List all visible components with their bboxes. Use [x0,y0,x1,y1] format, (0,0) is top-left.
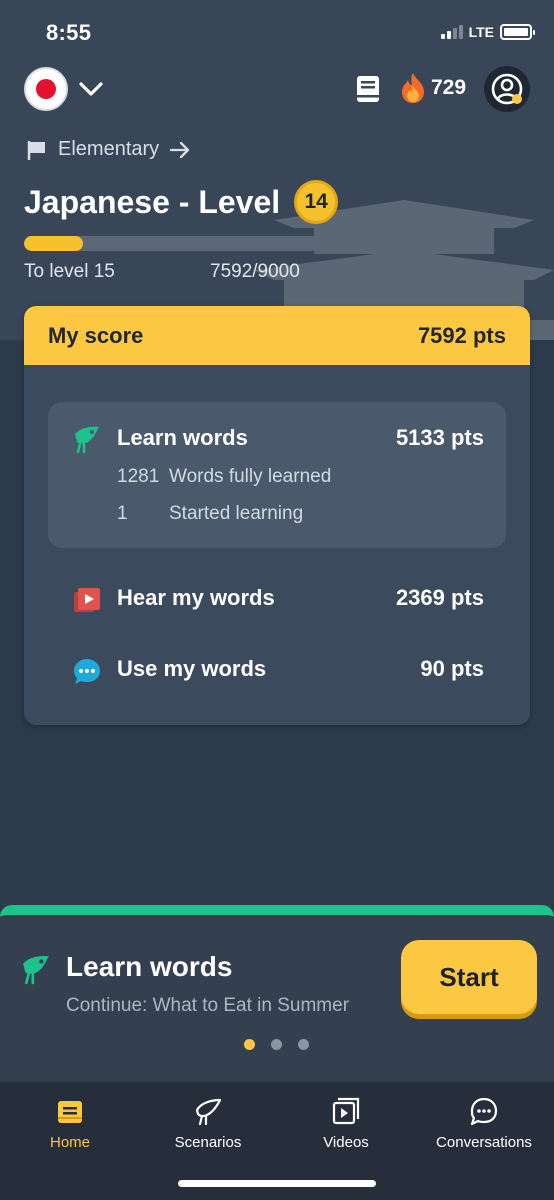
level-badge: 14 [294,180,339,224]
tab-conversations[interactable]: Conversations [414,1096,554,1151]
home-indicator [178,1180,376,1187]
lesson-title: Learn words [66,951,233,982]
status-indicators: LTE [440,24,535,40]
chevron-down-icon[interactable] [78,76,104,102]
tab-label: Videos [323,1134,369,1151]
level-title: Japanese - Level [24,183,281,220]
learn-words-pts: 5133 pts [395,425,484,450]
hear-words-label: Hear my words [117,585,275,610]
learn-words-icon [75,426,99,454]
started-label: Started learning [169,503,304,524]
tab-home[interactable]: Home [0,1096,140,1151]
score-total: 7592 pts [417,322,506,348]
started-count: 1 [117,503,128,524]
tab-label: Home [49,1134,90,1151]
pagination-dot[interactable] [271,1039,282,1050]
fully-learned-label: Words fully learned [169,466,332,487]
score-title: My score [48,322,144,348]
learn-words-box[interactable]: Learn words 5133 pts 1281 Words fully le… [48,402,506,548]
tier-link[interactable]: Elementary [26,138,191,161]
tab-label: Scenarios [174,1134,242,1151]
pagination-dot[interactable] [298,1039,309,1050]
scenarios-icon [195,1098,222,1126]
tier-label: Elementary [58,138,160,160]
learn-words-label: Learn words [117,425,248,450]
conversations-icon [470,1097,498,1126]
use-words-pts: 90 pts [420,656,484,681]
profile-button[interactable] [484,66,530,112]
battery-icon [500,24,535,40]
home-icon [58,1101,82,1123]
profile-icon [491,73,523,105]
progress-label: To level 15 [24,261,115,282]
pagination-dot[interactable] [244,1039,255,1050]
japan-flag-icon [36,79,56,99]
lesson-sheet[interactable]: Learn words Continue: What to Eat in Sum… [0,905,554,1083]
book-icon[interactable] [354,74,382,104]
status-time: 8:55 [46,20,92,45]
tab-label: Conversations [436,1134,532,1151]
use-words-label: Use my words [117,656,267,681]
flag-icon [27,140,45,160]
network-type: LTE [468,24,494,40]
tab-scenarios[interactable]: Scenarios [138,1096,278,1151]
pagination-dots[interactable] [244,1039,309,1050]
learn-words-icon [23,955,49,985]
status-bar: 8:55 LTE [0,0,554,64]
fire-icon [402,73,424,103]
language-selector-button[interactable] [24,67,68,111]
arrow-right-icon [170,141,190,158]
use-words-icon [74,659,100,684]
hear-words-pts: 2369 pts [395,585,484,610]
signal-icon [440,25,463,39]
tab-videos[interactable]: Videos [276,1096,416,1151]
fully-learned-count: 1281 [117,466,160,487]
lesson-subtitle: Continue: What to Eat in Summer [66,995,350,1016]
score-card: My score 7592 pts Learn words 5133 pts 1… [24,306,530,725]
score-header: My score 7592 pts [24,306,530,365]
level-progress-bar [24,236,319,251]
page-title: Japanese - Level 14 [24,180,339,224]
streak-count: 729 [431,76,467,99]
hear-words-icon [74,588,100,612]
videos-icon [332,1097,360,1125]
streak-counter[interactable]: 729 [400,72,466,104]
level-progress-fill [24,236,83,251]
start-button[interactable]: Start [401,940,537,1014]
progress-count: 7592/9000 [210,261,300,282]
